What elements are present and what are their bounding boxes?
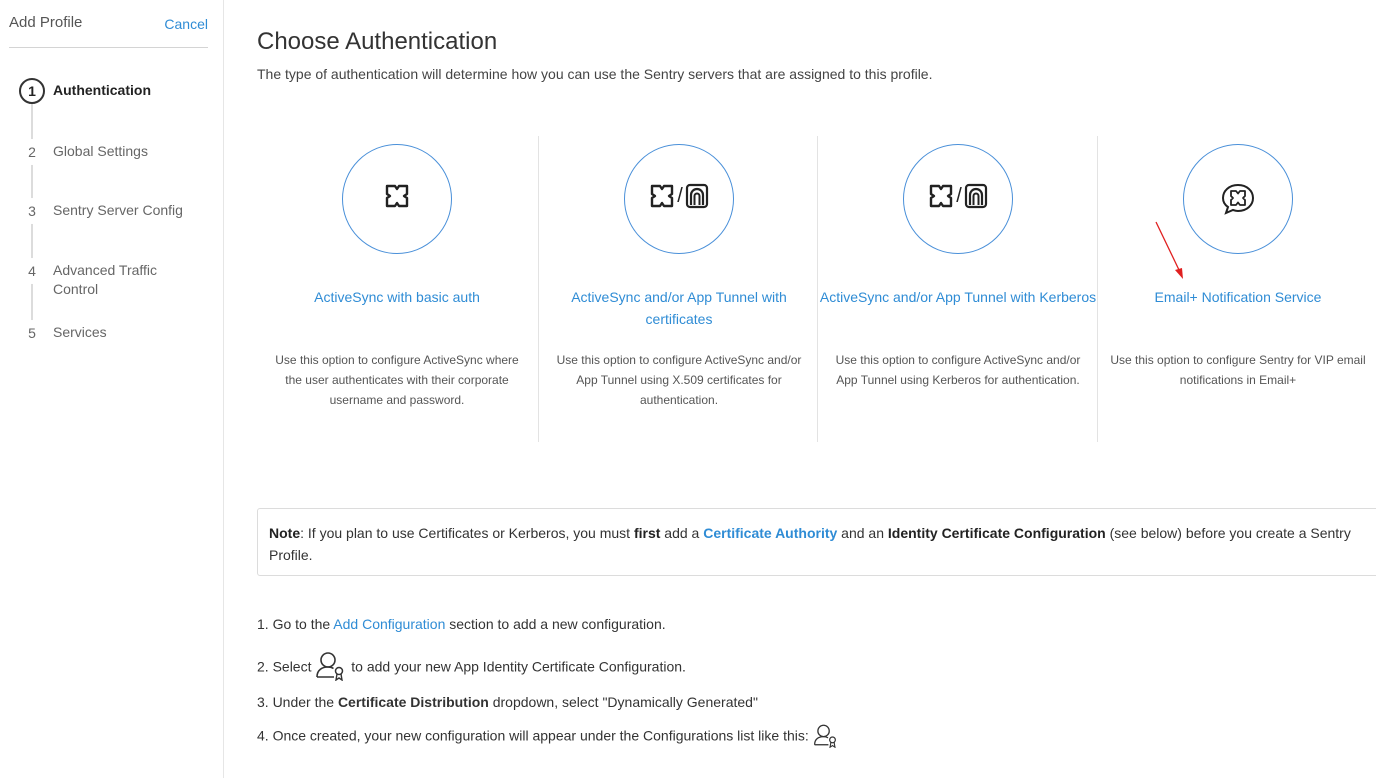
note-box: Note: If you plan to use Certificates or… (257, 508, 1376, 576)
sidebar-title: Add Profile (9, 14, 83, 31)
option-icon-circle[interactable]: / (624, 144, 734, 254)
identity-certificate-icon (316, 652, 344, 681)
add-configuration-link[interactable]: Add Configuration (333, 616, 445, 632)
option-icon-circle[interactable] (1183, 144, 1293, 254)
instruction-step-2: 2. Select to add your new App Identity C… (257, 652, 686, 681)
step-number: 3 (19, 198, 45, 224)
option-description: Use this option to configure Sentry for … (1110, 353, 1366, 387)
note-emphasis: Identity Certificate Configuration (887, 525, 1106, 541)
page-subtitle: The type of authentication will determin… (257, 66, 933, 82)
page-title: Choose Authentication (257, 28, 498, 55)
identity-certificate-icon (813, 724, 836, 748)
instruction-step-1: 1. Go to the Add Configuration section t… (257, 616, 666, 632)
instruction-text: 4. Once created, your new configuration … (257, 727, 813, 744)
option-description: Use this option to configure ActiveSync … (556, 353, 802, 407)
auth-options: ActiveSync with basic auth Use this opti… (257, 136, 1376, 442)
option-title[interactable]: Email+ Notification Service (1098, 286, 1376, 308)
option-description: Use this option to configure ActiveSync … (835, 353, 1081, 387)
activesync-icon (385, 184, 409, 208)
option-description: Use this option to configure ActiveSync … (275, 353, 519, 407)
step-label: Global Settings (53, 143, 148, 159)
email-plus-icon (1221, 183, 1255, 215)
slash-separator: / (956, 184, 962, 207)
wizard-sidebar: Add Profile Cancel 1 Authentication 2 Gl… (0, 0, 224, 778)
app-tunnel-icon (964, 183, 987, 209)
option-title[interactable]: ActiveSync with basic auth (257, 286, 537, 308)
instruction-text: section to add a new configuration. (445, 616, 666, 632)
activesync-icon (930, 184, 953, 208)
option-title[interactable]: ActiveSync and/or App Tunnel with Kerber… (818, 286, 1098, 308)
step-label: Advanced Traffic Control (53, 262, 158, 297)
note-text: and an (837, 525, 888, 541)
option-title[interactable]: ActiveSync and/or App Tunnel with certif… (539, 286, 819, 330)
note-emphasis: first (633, 525, 661, 541)
instruction-text: to add your new App Identity Certificate… (347, 658, 686, 675)
step-label: Sentry Server Config (53, 202, 183, 218)
option-icon-circle[interactable]: / (903, 144, 1013, 254)
step-number: 5 (19, 320, 45, 346)
instruction-text: dropdown, select "Dynamically Generated" (488, 694, 758, 710)
step-number: 2 (19, 139, 45, 165)
sidebar-header: Add Profile Cancel (9, 14, 208, 48)
option-icon-circle[interactable] (342, 144, 452, 254)
step-label: Services (53, 324, 107, 340)
cancel-link[interactable]: Cancel (164, 16, 208, 32)
step-number: 4 (19, 258, 45, 284)
slash-separator: / (677, 184, 683, 207)
instruction-text: 2. Select (257, 658, 316, 675)
certificate-authority-link[interactable]: Certificate Authority (703, 525, 837, 541)
activesync-icon (651, 184, 674, 208)
option-activesync-kerberos[interactable]: / ActiveSync and/or App Tunnel with Kerb… (818, 136, 1098, 442)
note-text: : If you plan to use Certificates or Ker… (300, 525, 634, 541)
step-label: Authentication (53, 82, 151, 98)
instruction-step-3: 3. Under the Certificate Distribution dr… (257, 694, 758, 710)
instruction-text: 3. Under the (257, 694, 338, 710)
option-email-plus-notification[interactable]: Email+ Notification Service Use this opt… (1098, 136, 1376, 442)
instruction-text: 1. Go to the (257, 616, 334, 632)
option-activesync-certificates[interactable]: / ActiveSync and/or App Tunnel with cert… (539, 136, 819, 442)
certificate-distribution-label: Certificate Distribution (337, 694, 489, 710)
annotation-arrow-icon (1155, 221, 1183, 279)
app-tunnel-icon (685, 183, 708, 209)
note-label: Note (269, 525, 301, 541)
instruction-step-4: 4. Once created, your new configuration … (257, 724, 839, 748)
option-activesync-basic[interactable]: ActiveSync with basic auth Use this opti… (257, 136, 537, 442)
step-number: 1 (19, 78, 45, 104)
note-text: add a (660, 525, 704, 541)
